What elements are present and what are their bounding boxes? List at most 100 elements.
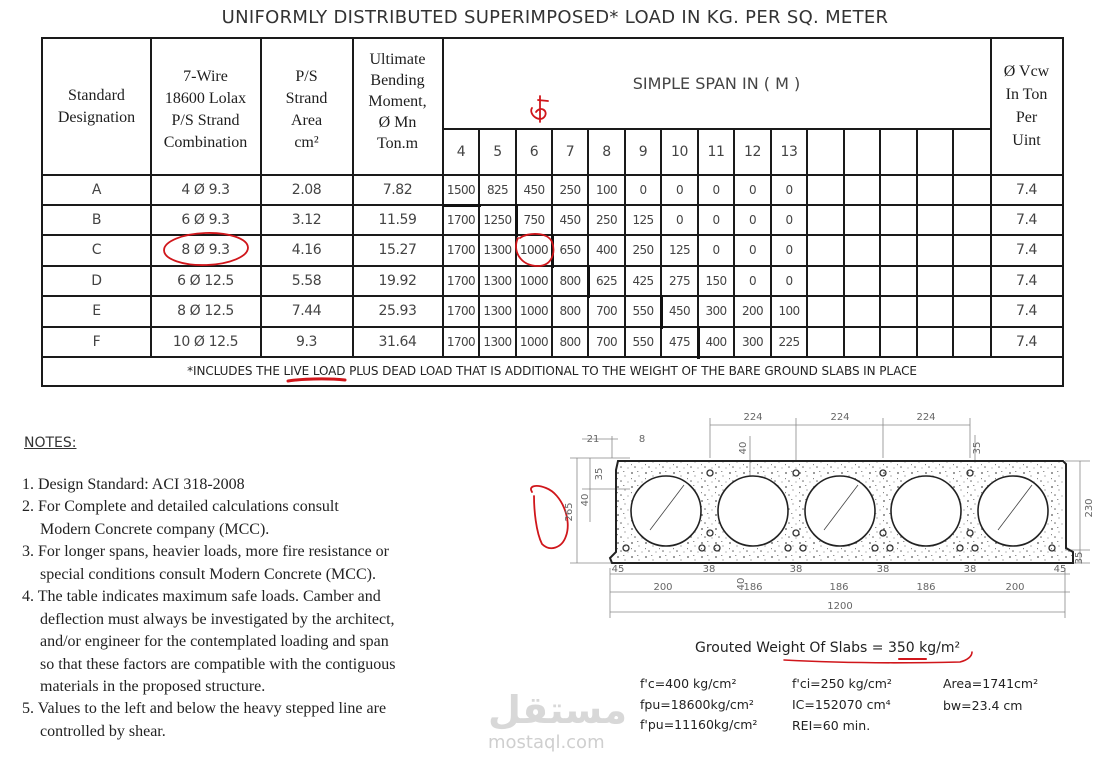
dimension-label: 200 (653, 582, 672, 593)
cell-load: 0 (748, 273, 757, 288)
header-vcw: Ø Vcw In Ton Per Uint (1003, 63, 1050, 149)
cell-load: 250 (595, 212, 618, 227)
cell-load: 250 (632, 243, 654, 257)
cell-moment: 11.59 (378, 211, 417, 228)
span-header (880, 130, 917, 174)
shear-line-segment (515, 234, 518, 237)
watermark-latin: mostaql.com (488, 732, 605, 753)
cell-strands: 6 Ø 9.3 (181, 211, 230, 228)
dimension-label: 40 (736, 578, 747, 591)
cell-load: 0 (748, 182, 757, 197)
cell-load: 125 (668, 243, 691, 257)
spec-ic: IC=152070 cm⁴ (792, 697, 891, 712)
dimension-label: 40 (580, 494, 591, 507)
cell-load: 0 (675, 212, 684, 227)
cell-load: 1000 (519, 334, 549, 349)
cell-load: 0 (748, 212, 757, 227)
note-number: 3. (22, 543, 34, 560)
cell-area: 5.58 (291, 272, 322, 289)
cell-load: 1250 (483, 212, 512, 227)
spec-bw: bw=23.4 cm (943, 698, 1023, 713)
cell-load: 425 (632, 273, 654, 288)
table-footnote: *INCLUDES THE LIVE LOAD PLUS DEAD LOAD T… (187, 363, 917, 378)
grouted-weight: Grouted Weight Of Slabs = 350 kg/m² (695, 640, 960, 656)
cell-load: 450 (523, 182, 545, 197)
cell-load: 0 (785, 243, 793, 257)
dimension-label: 38 (703, 564, 716, 575)
cell-vcw: 7.4 (1015, 211, 1038, 228)
dimension-label: 224 (916, 412, 935, 423)
cell-load: 1300 (483, 304, 512, 318)
note-number: 4. (22, 588, 34, 605)
shear-line-segment (660, 295, 663, 328)
cell-load: 100 (778, 304, 800, 318)
spec-fpu-prime: f'pu=11160kg/cm² (640, 717, 758, 732)
cell-load: 1300 (483, 273, 512, 288)
cell-load: 1000 (519, 304, 549, 318)
grouted-unit: kg/m² (919, 640, 961, 656)
note-item: 4. The table indicates maximum safe load… (22, 586, 395, 699)
cell-moment: 25.93 (378, 303, 417, 319)
cell-strands: 10 Ø 12.5 (172, 333, 239, 350)
span-header: 10 (670, 144, 688, 160)
note-text: deflection must always be investigated b… (40, 610, 395, 628)
cell-strands: 8 Ø 9.3 (181, 242, 230, 258)
cell-load: 1300 (483, 334, 512, 349)
span-header: 12 (743, 144, 761, 160)
cell-load: 0 (675, 182, 684, 197)
cell-load: 1700 (446, 273, 476, 288)
cell-load: 650 (559, 243, 581, 257)
cell-load: 625 (595, 273, 618, 288)
dimension-label: 230 (1084, 498, 1095, 517)
cell-designation: F (92, 333, 101, 350)
dimension-label: 38 (790, 564, 803, 575)
note-text: controlled by shear. (40, 722, 166, 740)
shear-line-segment (443, 204, 481, 207)
spec-rei: REI=60 min. (792, 718, 871, 733)
dimension-label: 40 (738, 442, 749, 455)
cell-load: 450 (668, 304, 691, 318)
cell-load: 475 (668, 334, 691, 349)
shear-line-segment (660, 326, 663, 329)
spec-fc: f'c=400 kg/cm² (640, 676, 737, 691)
note-number: 2. (22, 498, 34, 515)
span-header: 4 (456, 144, 466, 160)
span-header: 11 (707, 144, 725, 160)
span-header (953, 130, 990, 174)
grouted-value: 350 (887, 640, 915, 656)
shear-line-segment (587, 265, 590, 297)
note-text: materials in the proposed structure. (40, 678, 266, 695)
note-item: 5. Values to the left and below the heav… (22, 698, 386, 743)
cell-designation: D (91, 272, 102, 289)
cell-area: 4.16 (291, 242, 322, 258)
cell-load: 300 (741, 334, 764, 349)
span-header (807, 130, 844, 174)
spec-fci: f'ci=250 kg/cm² (792, 676, 892, 691)
watermark-arabic: مستقل (488, 688, 627, 732)
cell-vcw: 7.4 (1015, 181, 1038, 198)
note-text: and/or engineer for the contemplated loa… (40, 633, 389, 650)
span-header: 6 (529, 144, 539, 160)
dimension-label: 224 (830, 412, 849, 423)
dimension-label: 45 (612, 564, 625, 575)
dimension-label: 35 (972, 442, 983, 455)
span-header (844, 130, 880, 174)
cell-load: 1300 (483, 243, 512, 257)
cell-vcw: 7.4 (1015, 333, 1038, 350)
note-text: so that these factors are compatible wit… (40, 655, 396, 673)
cell-load: 1700 (446, 334, 476, 349)
note-text: special conditions consult Modern Concre… (40, 565, 376, 583)
dimension-label: 8 (639, 434, 645, 445)
cell-load: 150 (705, 273, 727, 288)
dimension-label: 224 (743, 412, 762, 423)
spec-area: Area=1741cm² (943, 676, 1039, 691)
cell-load: 0 (712, 212, 720, 227)
cell-vcw: 7.4 (1015, 303, 1038, 319)
cell-load: 550 (632, 334, 654, 349)
cell-load: 400 (595, 243, 618, 257)
cell-vcw: 7.4 (1015, 272, 1038, 289)
cell-load: 1500 (446, 182, 476, 197)
header-bending-moment: Ultimate Bending Moment, Ø Mn Ton.m (368, 50, 427, 152)
cell-strands: 4 Ø 9.3 (181, 181, 230, 198)
span-header: 7 (565, 144, 575, 160)
